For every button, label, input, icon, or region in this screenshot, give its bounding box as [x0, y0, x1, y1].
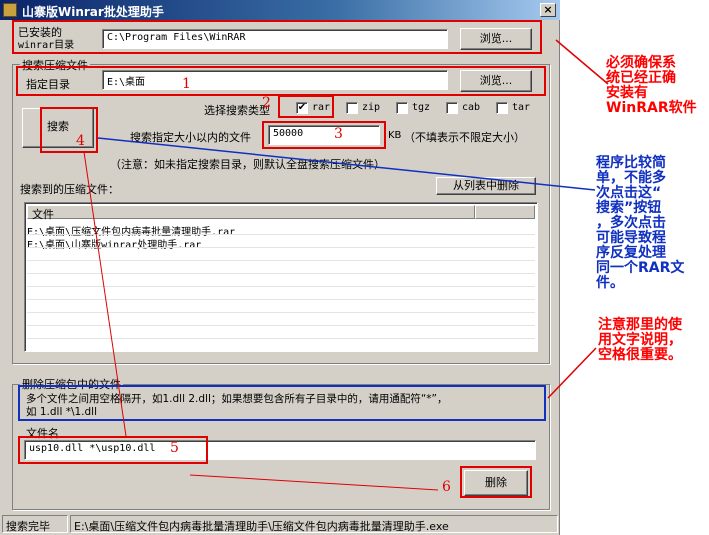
note-search-line: 单，不能多	[596, 170, 666, 186]
note-install-line: 必须确保系	[606, 55, 676, 71]
annotation-note-spaces: 注意那里的使 用文字说明， 空格很重要。	[598, 318, 682, 363]
note-install-line: 统已经正确	[606, 70, 676, 86]
note-spaces-line: 空格很重要。	[598, 347, 682, 363]
note-spaces-line: 用文字说明，	[598, 332, 682, 348]
note-search-line: 程序比较简	[596, 155, 666, 171]
note-search-line: 搜索”按钮	[596, 200, 662, 216]
note-search-line: 次点击这“	[596, 185, 662, 201]
note-search-line: 可能导致程	[596, 230, 666, 246]
note-search-line: 序反复处理	[596, 245, 666, 261]
note-search-line: 同一个RAR文	[596, 260, 685, 276]
arrow-search	[97, 137, 596, 191]
arrow-install	[555, 39, 609, 85]
arrow-step4-to-5	[83, 151, 127, 437]
note-install-line: WinRAR软件	[606, 100, 697, 116]
note-search-line: ，多次点击	[596, 215, 666, 231]
annotation-note-install: 必须确保系 统已经正确 安装有 WinRAR软件	[606, 56, 697, 116]
note-search-line: 件。	[596, 275, 624, 291]
note-install-line: 安装有	[606, 85, 648, 101]
arrow-spaces	[547, 347, 597, 399]
note-spaces-line: 注意那里的使	[598, 317, 682, 333]
arrow-step5-to-6	[189, 474, 439, 491]
annotation-note-search: 程序比较简 单，不能多 次点击这“ 搜索”按钮 ，多次点击 可能导致程 序反复处…	[596, 156, 684, 291]
